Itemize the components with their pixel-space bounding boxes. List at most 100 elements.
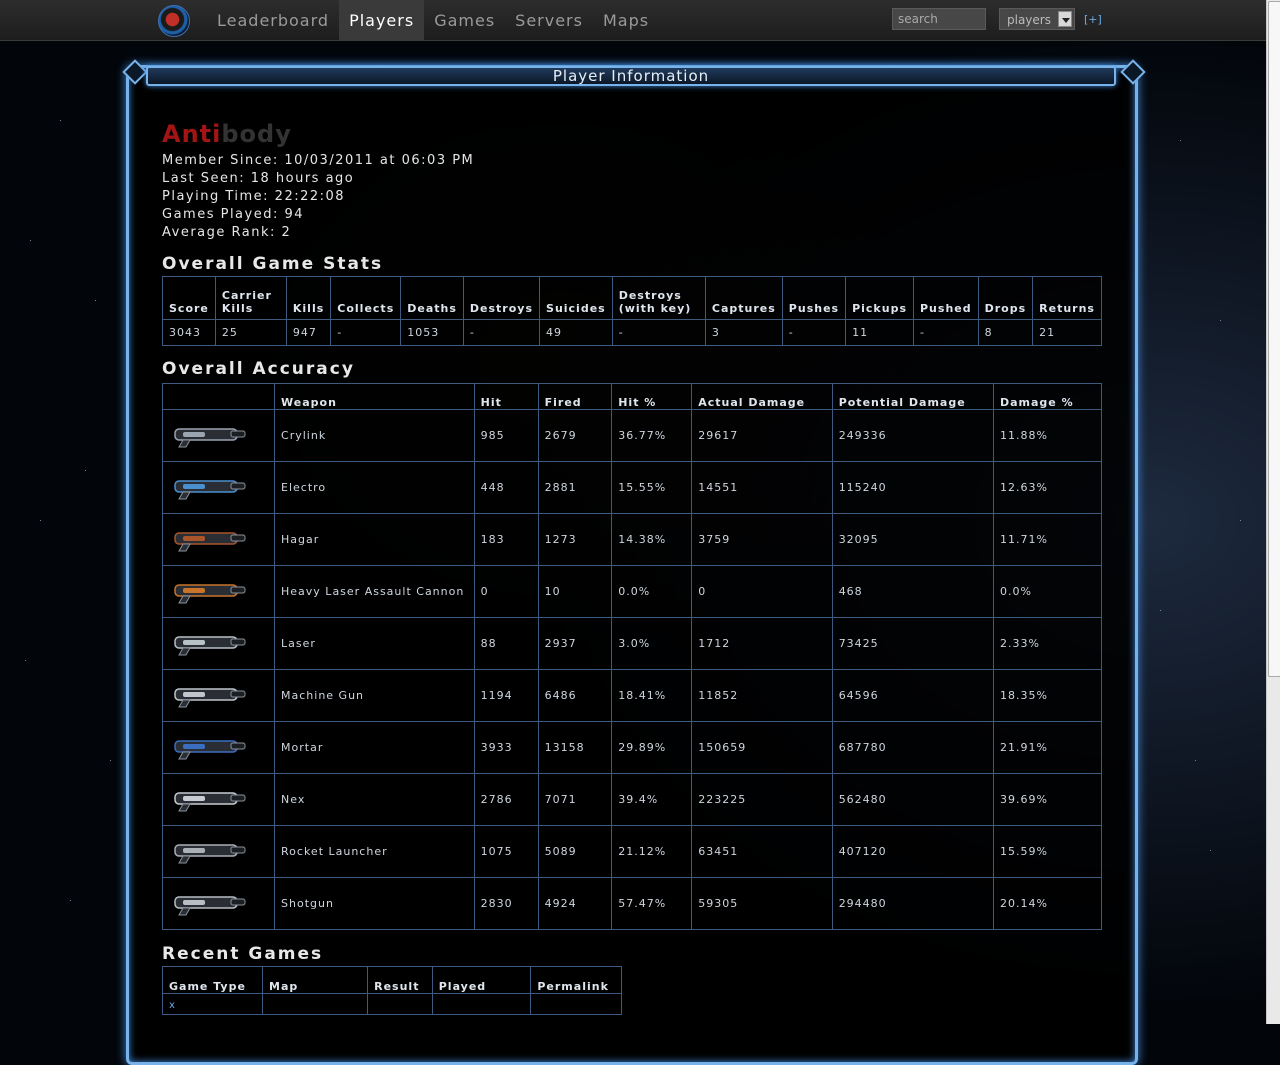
weapon-icon-cell: [161, 877, 276, 930]
table-row[interactable]: x: [161, 993, 622, 1015]
expand-link[interactable]: [+]: [1084, 13, 1102, 26]
table-row[interactable]: Nex 2786 7071 39.4% 223225 562480 39.69%: [161, 773, 1103, 826]
accuracy-dmg-pct-cell: 12.63%: [992, 461, 1103, 514]
member-since: Member Since: 10/03/2011 at 06:03 PM: [162, 153, 475, 168]
weapon-icon-cell: [161, 461, 276, 514]
accuracy-hit-pct-cell: 36.77%: [611, 409, 693, 462]
stats-header-row: Score Carrier Kills Kills Collects Deaths Des…: [162, 276, 1102, 320]
star: [1160, 610, 1161, 611]
nav-maps[interactable]: Maps: [593, 0, 659, 40]
site-logo-icon[interactable]: [158, 5, 190, 37]
weapon-icon-cell: [161, 617, 276, 670]
nav-leaderboard[interactable]: Leaderboard: [207, 0, 339, 40]
chevron-down-icon[interactable]: [1058, 11, 1072, 27]
nex-icon: [169, 792, 249, 816]
table-row[interactable]: Laser 88 2937 3.0% 1712 73425 2.33%: [161, 617, 1103, 670]
stats-column-header: Score: [162, 276, 216, 320]
recent-games-table: Game Type Map Result Played Permalink x: [161, 966, 622, 1015]
table-row[interactable]: Rocket Launcher 1075 5089 21.12% 63451 407120…: [161, 825, 1103, 878]
player-name: Antibody: [162, 120, 1102, 152]
star: [1195, 760, 1196, 761]
accuracy-fired-cell: 10: [537, 565, 613, 618]
accuracy-weapon-cell: Laser: [274, 617, 475, 670]
accuracy-actual-cell: 29617: [691, 409, 833, 462]
accuracy-actual-cell: 59305: [691, 877, 833, 930]
accuracy-weapon-cell: Rocket Launcher: [274, 825, 475, 878]
accuracy-hit-pct-cell: 3.0%: [611, 617, 693, 670]
table-row[interactable]: Crylink 985 2679 36.77% 29617 249336 11.88%: [161, 409, 1103, 462]
recent-games-heading: Recent Games: [162, 944, 324, 964]
star: [60, 120, 61, 121]
accuracy-hit-pct-cell: 0.0%: [611, 565, 693, 618]
table-row[interactable]: Electro 448 2881 15.55% 14551 115240 12.63%: [161, 461, 1103, 514]
hagar-icon: [169, 532, 249, 556]
stats-column-header: Suicides: [539, 276, 613, 320]
shotgun-icon: [169, 896, 249, 920]
accuracy-dmg-pct-cell: 21.91%: [992, 721, 1103, 774]
game-stats-heading: Overall Game Stats: [162, 254, 384, 274]
machine-gun-icon: [169, 688, 249, 712]
page-scrollbar[interactable]: [1266, 0, 1280, 1024]
accuracy-heading: Overall Accuracy: [162, 359, 355, 379]
table-row[interactable]: Mortar 3933 13158 29.89% 150659 687780 21.91%: [161, 721, 1103, 774]
accuracy-actual-cell: 14551: [691, 461, 833, 514]
accuracy-dmg-pct-cell: 0.0%: [992, 565, 1103, 618]
accuracy-hit-cell: 2786: [473, 773, 539, 826]
accuracy-actual-cell: 63451: [691, 825, 833, 878]
accuracy-column-header: Fired: [537, 383, 613, 410]
accuracy-hit-cell: 183: [473, 513, 539, 566]
accuracy-weapon-cell: Heavy Laser Assault Cannon: [274, 565, 475, 618]
accuracy-actual-cell: 0: [691, 565, 833, 618]
accuracy-header-row: Weapon Hit Fired Hit % Actual Damage Potentia…: [161, 383, 1103, 410]
stats-value-cell: 8: [977, 319, 1034, 346]
table-row[interactable]: Shotgun 2830 4924 57.47% 59305 294480 20.14%: [161, 877, 1103, 930]
accuracy-fired-cell: 2937: [537, 617, 613, 670]
crylink-icon: [169, 428, 249, 452]
table-row[interactable]: Hagar 183 1273 14.38% 3759 32095 11.71%: [161, 513, 1103, 566]
stats-column-header: Collects: [330, 276, 402, 320]
accuracy-potential-cell: 468: [831, 565, 994, 618]
accuracy-column-header: Hit: [473, 383, 539, 410]
stats-column-header: Captures: [704, 276, 783, 320]
stats-value-row: 3043 25 947-1053-49-3-11-8 21: [162, 319, 1102, 346]
search-type-value: players: [1007, 13, 1051, 27]
map-cell: [262, 993, 369, 1015]
search-type-select[interactable]: players: [999, 8, 1075, 30]
star: [70, 900, 71, 901]
accuracy-column-header: Potential Damage: [831, 383, 994, 410]
stats-column-header: Destroys: [462, 276, 541, 320]
nav-games[interactable]: Games: [424, 0, 505, 40]
stats-column-header: Destroys (with key): [611, 276, 706, 320]
stats-value-cell: -: [462, 319, 541, 346]
accuracy-actual-cell: 150659: [691, 721, 833, 774]
table-row[interactable]: Machine Gun 1194 6486 18.41% 11852 64596 18.35…: [161, 669, 1103, 722]
accuracy-column-header: Actual Damage: [691, 383, 833, 410]
stats-value-cell: 49: [539, 319, 613, 346]
accuracy-column-header: [161, 383, 276, 410]
nav-players[interactable]: Players: [339, 0, 425, 40]
accuracy-actual-cell: 3759: [691, 513, 833, 566]
accuracy-potential-cell: 562480: [831, 773, 994, 826]
accuracy-actual-cell: 223225: [691, 773, 833, 826]
accuracy-fired-cell: 7071: [537, 773, 613, 826]
nav-servers[interactable]: Servers: [505, 0, 593, 40]
accuracy-potential-cell: 73425: [831, 617, 994, 670]
accuracy-body: Crylink 985 2679 36.77% 29617 249336 11.88% Ele…: [161, 409, 1103, 930]
panel-title: Player Information: [146, 66, 1116, 86]
accuracy-potential-cell: 687780: [831, 721, 994, 774]
accuracy-potential-cell: 32095: [831, 513, 994, 566]
recent-column-header: Permalink: [530, 966, 622, 994]
result-cell: [367, 993, 433, 1015]
accuracy-weapon-cell: Electro: [274, 461, 475, 514]
accuracy-hit-cell: 88: [473, 617, 539, 670]
search-input[interactable]: [892, 8, 986, 30]
accuracy-weapon-cell: Crylink: [274, 409, 475, 462]
scroll-thumb[interactable]: [1268, 1, 1280, 677]
accuracy-potential-cell: 249336: [831, 409, 994, 462]
stats-column-header: Pickups: [845, 276, 914, 320]
table-row[interactable]: Heavy Laser Assault Cannon 0 10 0.0% 0 468 0.0…: [161, 565, 1103, 618]
last-seen: Last Seen: 18 hours ago: [162, 171, 355, 186]
mortar-icon: [169, 740, 249, 764]
stats-value-cell: 11: [845, 319, 914, 346]
accuracy-hit-pct-cell: 29.89%: [611, 721, 693, 774]
